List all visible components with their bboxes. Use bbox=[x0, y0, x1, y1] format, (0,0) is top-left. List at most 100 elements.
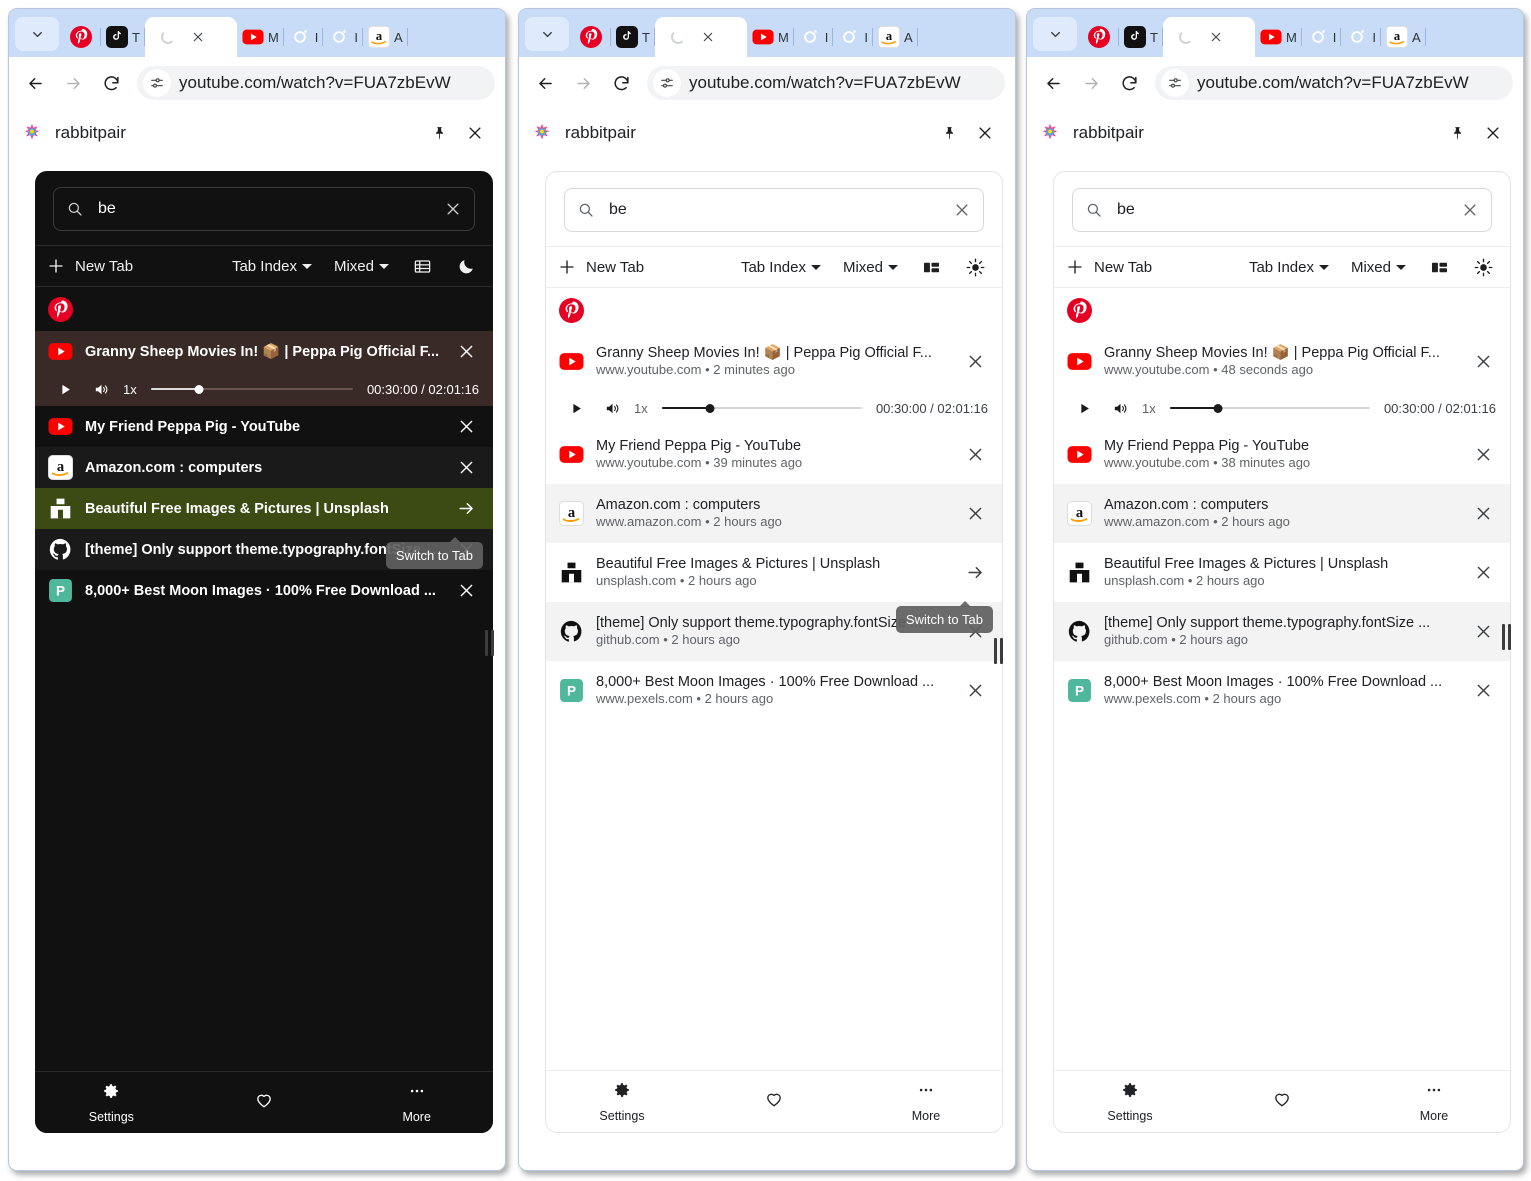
filter-dropdown[interactable]: Mixed bbox=[1351, 259, 1406, 276]
close-icon[interactable] bbox=[461, 119, 489, 147]
browser-tab[interactable]: I bbox=[284, 17, 324, 57]
tab-close-icon[interactable] bbox=[191, 30, 205, 44]
progress-knob[interactable] bbox=[1213, 403, 1223, 413]
search-input[interactable]: be bbox=[1072, 188, 1492, 232]
browser-tab[interactable]: M bbox=[747, 17, 794, 57]
browser-tab[interactable]: M bbox=[1255, 17, 1302, 57]
playback-rate[interactable]: 1x bbox=[1142, 401, 1156, 416]
close-icon[interactable] bbox=[962, 501, 988, 527]
back-button[interactable] bbox=[529, 67, 561, 99]
list-item[interactable]: My Friend Peppa Pig - YouTube bbox=[35, 406, 493, 447]
clear-icon[interactable] bbox=[953, 201, 971, 219]
close-icon[interactable] bbox=[1470, 619, 1496, 645]
tab-close-icon[interactable] bbox=[701, 30, 715, 44]
back-button[interactable] bbox=[1037, 67, 1069, 99]
sun-icon[interactable] bbox=[964, 256, 986, 278]
card-view-icon[interactable] bbox=[920, 256, 942, 278]
new-tab-button[interactable]: New Tab bbox=[558, 258, 644, 276]
address-bar[interactable]: youtube.com/watch?v=FUA7zbEvW bbox=[1155, 66, 1513, 100]
list-item[interactable]: My Friend Peppa Pig - YouTube www.youtub… bbox=[1054, 425, 1510, 484]
close-icon[interactable] bbox=[453, 455, 479, 481]
list-item[interactable] bbox=[1054, 288, 1510, 332]
search-input[interactable]: be bbox=[564, 188, 984, 232]
search-input[interactable]: be bbox=[53, 187, 475, 231]
panel-resize-handle[interactable] bbox=[993, 636, 1003, 666]
site-settings-icon[interactable] bbox=[653, 69, 681, 97]
forward-button[interactable] bbox=[57, 67, 89, 99]
sort-dropdown[interactable]: Tab Index bbox=[741, 259, 821, 276]
media-progress-slider[interactable] bbox=[150, 382, 353, 396]
list-view-icon[interactable] bbox=[411, 255, 433, 277]
browser-tab[interactable]: a A bbox=[873, 17, 918, 57]
media-progress-slider[interactable] bbox=[1169, 401, 1370, 415]
card-view-icon[interactable] bbox=[1428, 256, 1450, 278]
sort-dropdown[interactable]: Tab Index bbox=[232, 258, 312, 275]
address-bar[interactable]: youtube.com/watch?v=FUA7zbEvW bbox=[647, 66, 1005, 100]
list-item[interactable]: P 8,000+ Best Moon Images · 100% Free Do… bbox=[35, 570, 493, 611]
play-icon[interactable] bbox=[564, 396, 588, 420]
playback-rate[interactable]: 1x bbox=[634, 401, 648, 416]
pin-icon[interactable] bbox=[425, 119, 453, 147]
forward-button[interactable] bbox=[1075, 67, 1107, 99]
browser-tab[interactable]: a A bbox=[1381, 17, 1426, 57]
more-button[interactable]: More bbox=[340, 1082, 493, 1124]
browser-tab-active[interactable] bbox=[144, 17, 237, 57]
close-icon[interactable] bbox=[453, 339, 479, 365]
volume-icon[interactable] bbox=[89, 377, 113, 401]
browser-tab[interactable]: I bbox=[1341, 17, 1382, 57]
list-item[interactable]: a Amazon.com : computers www.amazon.com … bbox=[546, 484, 1002, 543]
pin-icon[interactable] bbox=[935, 119, 963, 147]
browser-tab[interactable]: I bbox=[1302, 17, 1342, 57]
new-tab-button[interactable]: New Tab bbox=[47, 257, 133, 275]
list-item[interactable]: a Amazon.com : computers www.amazon.com … bbox=[1054, 484, 1510, 543]
browser-tab[interactable]: a A bbox=[363, 17, 408, 57]
tab-list[interactable]: Granny Sheep Movies In! 📦 | Peppa Pig Of… bbox=[1054, 288, 1510, 1070]
list-item[interactable]: My Friend Peppa Pig - YouTube www.youtub… bbox=[546, 425, 1002, 484]
close-icon[interactable] bbox=[1470, 442, 1496, 468]
sort-dropdown[interactable]: Tab Index bbox=[1249, 259, 1329, 276]
moon-icon[interactable] bbox=[455, 255, 477, 277]
new-tab-button[interactable]: New Tab bbox=[1066, 258, 1152, 276]
list-item[interactable]: [theme] Only support theme.typography.fo… bbox=[1054, 602, 1510, 661]
browser-tab[interactable]: T bbox=[1119, 17, 1163, 57]
list-item[interactable]: Granny Sheep Movies In! 📦 | Peppa Pig Of… bbox=[35, 331, 493, 372]
filter-dropdown[interactable]: Mixed bbox=[334, 258, 389, 275]
reload-button[interactable] bbox=[605, 67, 637, 99]
back-button[interactable] bbox=[19, 67, 51, 99]
close-icon[interactable] bbox=[962, 349, 988, 375]
list-item[interactable] bbox=[35, 287, 493, 331]
list-item[interactable]: Granny Sheep Movies In! 📦 | Peppa Pig Of… bbox=[1054, 332, 1510, 391]
sun-icon[interactable] bbox=[1472, 256, 1494, 278]
media-progress-slider[interactable] bbox=[661, 401, 862, 415]
arrow-right-icon[interactable] bbox=[453, 496, 479, 522]
clear-icon[interactable] bbox=[1461, 201, 1479, 219]
browser-tab[interactable] bbox=[65, 17, 101, 57]
clear-icon[interactable] bbox=[444, 200, 462, 218]
list-item[interactable]: Beautiful Free Images & Pictures | Unspl… bbox=[35, 488, 493, 529]
browser-tab[interactable] bbox=[1083, 17, 1119, 57]
close-icon[interactable] bbox=[1470, 501, 1496, 527]
list-item[interactable] bbox=[546, 288, 1002, 332]
list-item[interactable]: P 8,000+ Best Moon Images · 100% Free Do… bbox=[1054, 661, 1510, 720]
arrow-right-icon[interactable] bbox=[962, 560, 988, 586]
close-icon[interactable] bbox=[962, 442, 988, 468]
volume-icon[interactable] bbox=[1108, 396, 1132, 420]
more-button[interactable]: More bbox=[850, 1081, 1002, 1123]
tab-list[interactable]: Granny Sheep Movies In! 📦 | Peppa Pig Of… bbox=[546, 288, 1002, 1070]
close-icon[interactable] bbox=[1470, 349, 1496, 375]
tab-list[interactable]: Granny Sheep Movies In! 📦 | Peppa Pig Of… bbox=[35, 287, 493, 1071]
settings-button[interactable]: Settings bbox=[1054, 1081, 1206, 1123]
panel-resize-handle[interactable] bbox=[484, 628, 494, 658]
progress-knob[interactable] bbox=[705, 403, 715, 413]
list-item[interactable]: Beautiful Free Images & Pictures | Unspl… bbox=[546, 543, 1002, 602]
close-icon[interactable] bbox=[962, 678, 988, 704]
settings-button[interactable]: Settings bbox=[35, 1082, 188, 1124]
list-item[interactable]: Granny Sheep Movies In! 📦 | Peppa Pig Of… bbox=[546, 332, 1002, 391]
site-settings-icon[interactable] bbox=[143, 69, 171, 97]
more-button[interactable]: More bbox=[1358, 1081, 1510, 1123]
close-icon[interactable] bbox=[453, 414, 479, 440]
list-item[interactable]: Beautiful Free Images & Pictures | Unspl… bbox=[1054, 543, 1510, 602]
progress-knob[interactable] bbox=[194, 384, 204, 394]
favorites-button[interactable] bbox=[188, 1090, 341, 1115]
close-icon[interactable] bbox=[1470, 678, 1496, 704]
